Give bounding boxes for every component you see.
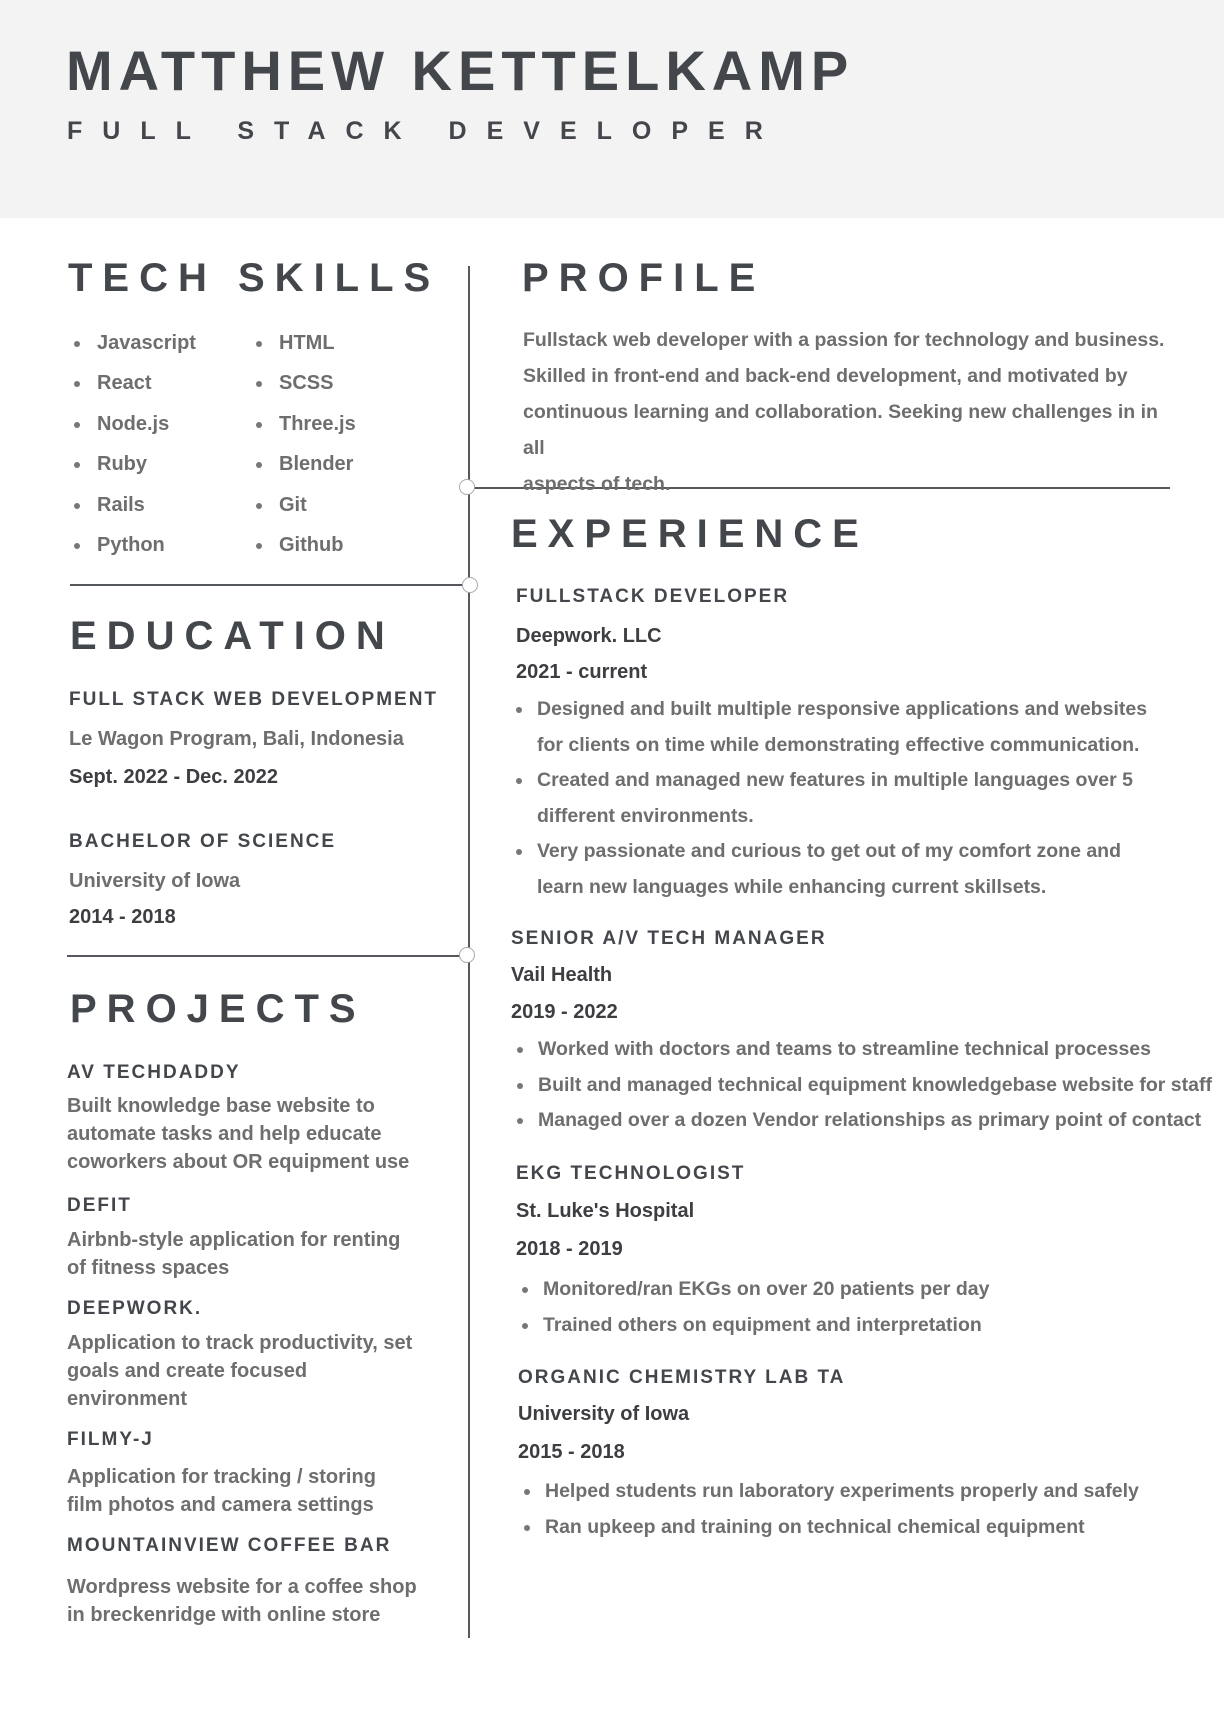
job-company: University of Iowa	[518, 1403, 690, 1425]
project-description: Built knowledge base website to automate…	[67, 1095, 410, 1173]
divider-node	[459, 479, 475, 495]
education-degree: FULL STACK WEB DEVELOPMENT	[69, 689, 439, 710]
skill-item: Git	[250, 482, 356, 522]
job-title: FULLSTACK DEVELOPER	[516, 586, 790, 607]
profile-summary: Fullstack web developer with a passion f…	[523, 329, 1165, 495]
divider-node	[462, 577, 478, 593]
bullet-item: Worked with doctors and teams to streaml…	[514, 1032, 1212, 1068]
skill-item: Blender	[250, 441, 356, 481]
job-dates: 2015 - 2018	[518, 1441, 625, 1463]
skill-item: Rails	[68, 482, 196, 522]
bullet-item: Designed and built multiple responsive a…	[513, 692, 1147, 763]
skill-item: Javascript	[68, 320, 196, 360]
skills-divider	[70, 584, 468, 586]
skill-item: HTML	[250, 320, 356, 360]
profile-heading: PROFILE	[522, 256, 766, 300]
project-name: DEEPWORK.	[67, 1298, 203, 1319]
tech-skills-heading: TECH SKILLS	[68, 256, 441, 300]
skill-item: Three.js	[250, 401, 356, 441]
job-title: ORGANIC CHEMISTRY LAB TA	[518, 1367, 846, 1388]
project-description: Application for tracking / storing film …	[67, 1466, 376, 1516]
skill-item: Node.js	[68, 401, 196, 441]
education-dates: 2014 - 2018	[69, 906, 176, 928]
skill-item: Github	[250, 522, 356, 562]
experience-heading: EXPERIENCE	[511, 512, 869, 556]
job-dates: 2021 - current	[516, 661, 648, 683]
education-heading: EDUCATION	[70, 614, 395, 658]
job-company: St. Luke's Hospital	[516, 1200, 695, 1222]
job-dates: 2018 - 2019	[516, 1238, 623, 1260]
job-bullets: Monitored/ran EKGs on over 20 patients p…	[519, 1272, 989, 1343]
project-description: Application to track productivity, set g…	[67, 1332, 413, 1410]
skill-item: Python	[68, 522, 196, 562]
education-degree: BACHELOR OF SCIENCE	[69, 831, 337, 852]
project-name: MOUNTAINVIEW COFFEE BAR	[67, 1535, 392, 1556]
bullet-item: Ran upkeep and training on technical che…	[521, 1510, 1139, 1546]
education-divider	[67, 955, 468, 957]
job-bullets: Designed and built multiple responsive a…	[513, 692, 1147, 905]
bullet-item: Created and managed new features in mult…	[513, 763, 1147, 834]
skills-list-2: HTML SCSS Three.js Blender Git Github	[250, 320, 356, 562]
divider-node	[459, 947, 475, 963]
job-bullets: Worked with doctors and teams to streaml…	[514, 1032, 1212, 1139]
project-description: Airbnb-style application for renting of …	[67, 1229, 401, 1279]
bullet-item: Monitored/ran EKGs on over 20 patients p…	[519, 1272, 989, 1308]
skills-list-1: Javascript React Node.js Ruby Rails Pyth…	[68, 320, 196, 562]
bullet-item: Built and managed technical equipment kn…	[514, 1068, 1212, 1104]
projects-heading: PROJECTS	[70, 987, 366, 1031]
job-company: Deepwork. LLC	[516, 625, 662, 647]
bullet-item: Trained others on equipment and interpre…	[519, 1308, 989, 1344]
job-company: Vail Health	[511, 964, 613, 986]
project-description: Wordpress website for a coffee shop in b…	[67, 1576, 417, 1626]
project-name: AV TECHDADDY	[67, 1062, 241, 1083]
bullet-item: Managed over a dozen Vendor relationship…	[514, 1103, 1212, 1139]
education-school: University of Iowa	[69, 870, 241, 892]
bullet-item: Helped students run laboratory experimen…	[521, 1474, 1139, 1510]
job-bullets: Helped students run laboratory experimen…	[521, 1474, 1139, 1545]
job-title: SENIOR A/V TECH MANAGER	[511, 928, 827, 949]
skill-item: SCSS	[250, 360, 356, 400]
skill-item: Ruby	[68, 441, 196, 481]
job-dates: 2019 - 2022	[511, 1001, 618, 1023]
header-band	[0, 0, 1224, 218]
job-title: FULL STACK DEVELOPER	[67, 117, 783, 145]
skill-item: React	[68, 360, 196, 400]
project-name: DEFIT	[67, 1195, 132, 1216]
bullet-item: Very passionate and curious to get out o…	[513, 834, 1147, 905]
person-name: MATTHEW KETTELKAMP	[66, 39, 855, 102]
project-name: FILMY-J	[67, 1429, 154, 1450]
job-title: EKG TECHNOLOGIST	[516, 1163, 746, 1184]
education-school: Le Wagon Program, Bali, Indonesia	[69, 728, 404, 750]
education-dates: Sept. 2022 - Dec. 2022	[69, 766, 279, 788]
